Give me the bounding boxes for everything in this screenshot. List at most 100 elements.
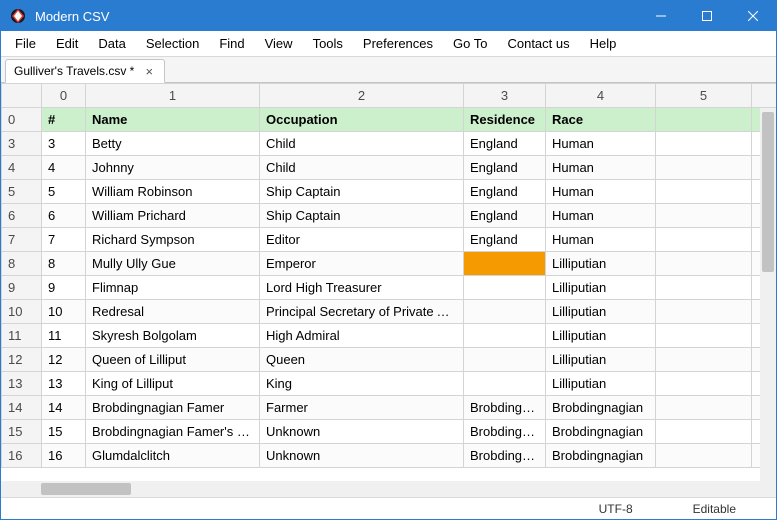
data-cell[interactable]: Brobdingnag xyxy=(464,420,546,444)
field-header-cell[interactable]: # xyxy=(42,108,86,132)
data-cell[interactable]: Child xyxy=(260,156,464,180)
data-cell[interactable]: 15 xyxy=(42,420,86,444)
data-cell[interactable]: William Robinson xyxy=(86,180,260,204)
data-cell[interactable]: High Admiral xyxy=(260,324,464,348)
row-header[interactable]: 5 xyxy=(2,180,42,204)
data-cell[interactable] xyxy=(464,348,546,372)
data-cell[interactable] xyxy=(656,180,752,204)
data-cell[interactable]: Johnny xyxy=(86,156,260,180)
data-cell[interactable]: Queen of Lilliput xyxy=(86,348,260,372)
vertical-scroll-thumb[interactable] xyxy=(762,112,774,272)
horizontal-scroll-thumb[interactable] xyxy=(41,483,131,495)
data-cell[interactable] xyxy=(656,132,752,156)
data-cell[interactable]: Human xyxy=(546,156,656,180)
column-header[interactable]: 4 xyxy=(546,84,656,108)
data-cell[interactable]: Brobdingnag xyxy=(464,444,546,468)
data-cell[interactable]: Brobdingnagian xyxy=(546,420,656,444)
data-cell[interactable]: England xyxy=(464,156,546,180)
menu-file[interactable]: File xyxy=(5,31,46,56)
column-header[interactable]: 0 xyxy=(42,84,86,108)
data-cell[interactable]: 10 xyxy=(42,300,86,324)
row-header[interactable]: 0 xyxy=(2,108,42,132)
row-header[interactable]: 6 xyxy=(2,204,42,228)
row-header[interactable]: 8 xyxy=(2,252,42,276)
data-cell[interactable]: England xyxy=(464,180,546,204)
data-cell[interactable]: 14 xyxy=(42,396,86,420)
menu-help[interactable]: Help xyxy=(580,31,627,56)
data-cell[interactable] xyxy=(656,372,752,396)
data-cell[interactable]: 3 xyxy=(42,132,86,156)
data-cell[interactable] xyxy=(464,324,546,348)
row-header[interactable]: 15 xyxy=(2,420,42,444)
data-cell[interactable]: Principal Secretary of Private Affairs xyxy=(260,300,464,324)
menu-contact[interactable]: Contact us xyxy=(497,31,579,56)
field-header-cell[interactable]: Occupation xyxy=(260,108,464,132)
field-header-cell[interactable]: Race xyxy=(546,108,656,132)
grid-corner[interactable] xyxy=(2,84,42,108)
menu-data[interactable]: Data xyxy=(88,31,135,56)
menu-edit[interactable]: Edit xyxy=(46,31,88,56)
row-header[interactable]: 16 xyxy=(2,444,42,468)
data-cell[interactable]: Glumdalclitch xyxy=(86,444,260,468)
data-cell[interactable] xyxy=(656,348,752,372)
data-cell[interactable] xyxy=(656,396,752,420)
data-cell[interactable]: Editor xyxy=(260,228,464,252)
data-cell[interactable]: 12 xyxy=(42,348,86,372)
menu-tools[interactable]: Tools xyxy=(303,31,353,56)
data-cell[interactable] xyxy=(656,252,752,276)
menu-find[interactable]: Find xyxy=(209,31,254,56)
close-button[interactable] xyxy=(730,1,776,31)
field-header-cell[interactable]: Name xyxy=(86,108,260,132)
data-cell[interactable]: Richard Sympson xyxy=(86,228,260,252)
minimize-button[interactable] xyxy=(638,1,684,31)
data-cell[interactable]: Unknown xyxy=(260,420,464,444)
column-header[interactable]: 2 xyxy=(260,84,464,108)
field-header-cell[interactable]: Residence xyxy=(464,108,546,132)
data-cell[interactable]: Redresal xyxy=(86,300,260,324)
row-header[interactable]: 9 xyxy=(2,276,42,300)
data-cell[interactable]: 5 xyxy=(42,180,86,204)
data-cell[interactable]: Farmer xyxy=(260,396,464,420)
data-grid[interactable]: 0123450#NameOccupationResidenceRace33Bet… xyxy=(1,83,776,468)
field-header-cell[interactable] xyxy=(656,108,752,132)
row-header[interactable]: 11 xyxy=(2,324,42,348)
menu-selection[interactable]: Selection xyxy=(136,31,209,56)
row-header[interactable]: 13 xyxy=(2,372,42,396)
data-cell[interactable]: Mully Ully Gue xyxy=(86,252,260,276)
data-cell[interactable] xyxy=(656,156,752,180)
row-header[interactable]: 12 xyxy=(2,348,42,372)
vertical-scrollbar[interactable] xyxy=(760,108,776,481)
menu-view[interactable]: View xyxy=(255,31,303,56)
data-cell[interactable]: 8 xyxy=(42,252,86,276)
data-cell[interactable]: 6 xyxy=(42,204,86,228)
data-cell[interactable]: Lilliputian xyxy=(546,276,656,300)
data-cell[interactable]: England xyxy=(464,228,546,252)
data-cell[interactable]: Lilliputian xyxy=(546,300,656,324)
data-cell[interactable]: 7 xyxy=(42,228,86,252)
data-cell[interactable] xyxy=(656,228,752,252)
data-cell[interactable]: Brobdingnagian Famer xyxy=(86,396,260,420)
data-cell[interactable] xyxy=(656,420,752,444)
row-header[interactable]: 14 xyxy=(2,396,42,420)
data-cell[interactable] xyxy=(656,324,752,348)
data-cell[interactable] xyxy=(656,300,752,324)
data-cell[interactable]: 13 xyxy=(42,372,86,396)
data-cell[interactable]: Brobdingnagian xyxy=(546,444,656,468)
data-cell[interactable]: Brobdingnag xyxy=(464,396,546,420)
data-cell[interactable]: William Prichard xyxy=(86,204,260,228)
column-header[interactable]: 3 xyxy=(464,84,546,108)
data-cell[interactable]: Brobdingnagian xyxy=(546,396,656,420)
data-cell[interactable]: 16 xyxy=(42,444,86,468)
data-cell[interactable] xyxy=(464,372,546,396)
data-cell[interactable] xyxy=(464,252,546,276)
data-cell[interactable] xyxy=(464,300,546,324)
data-cell[interactable]: Ship Captain xyxy=(260,204,464,228)
data-cell[interactable] xyxy=(656,204,752,228)
data-cell[interactable]: Lord High Treasurer xyxy=(260,276,464,300)
data-cell[interactable]: Betty xyxy=(86,132,260,156)
data-cell[interactable]: England xyxy=(464,132,546,156)
data-cell[interactable]: Flimnap xyxy=(86,276,260,300)
data-cell[interactable]: Lilliputian xyxy=(546,252,656,276)
data-cell[interactable] xyxy=(656,276,752,300)
data-cell[interactable]: Unknown xyxy=(260,444,464,468)
